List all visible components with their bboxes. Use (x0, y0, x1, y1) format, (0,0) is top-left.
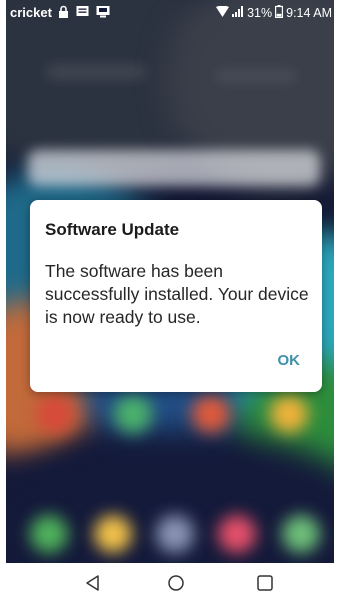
blurred-dock-icon (218, 515, 256, 553)
back-icon (80, 575, 106, 599)
battery-percent: 31% (247, 6, 273, 20)
blurred-search-bar (28, 150, 320, 186)
wifi-icon (216, 5, 230, 20)
message-icon (76, 5, 89, 22)
status-bar: cricket 31% 9:14 AM (6, 0, 334, 26)
blurred-dock-icon (94, 515, 132, 553)
dialog-message: The software has been successfully insta… (45, 261, 309, 327)
ok-button[interactable]: OK (278, 352, 301, 369)
blurred-dock-icon (30, 515, 68, 553)
blurred-app-icon (192, 395, 230, 433)
blurred-dock-icon (282, 515, 320, 553)
blurred-app-icon (270, 395, 308, 433)
signal-icon (232, 6, 244, 20)
lock-icon (58, 5, 69, 22)
recents-icon (252, 575, 278, 599)
recents-button[interactable] (252, 571, 278, 595)
blurred-app-icon (114, 395, 152, 433)
phone-screen: cricket 31% 9:14 AM Software Update The … (6, 0, 334, 603)
blurred-dock-icon (156, 515, 194, 553)
home-icon (163, 575, 189, 599)
dialog-title: Software Update (45, 220, 180, 239)
home-button[interactable] (163, 571, 189, 595)
software-update-dialog: Software Update The software has been su… (30, 200, 322, 392)
battery-icon (275, 5, 284, 21)
blurred-widget-row (216, 70, 296, 82)
navigation-bar (6, 563, 334, 603)
carrier-name: cricket (10, 5, 52, 20)
clock-time: 9:14 AM (286, 6, 332, 20)
screen-icon (96, 5, 110, 22)
blurred-widget-row (46, 65, 146, 79)
blurred-app-icon (36, 395, 74, 433)
back-button[interactable] (80, 571, 106, 595)
